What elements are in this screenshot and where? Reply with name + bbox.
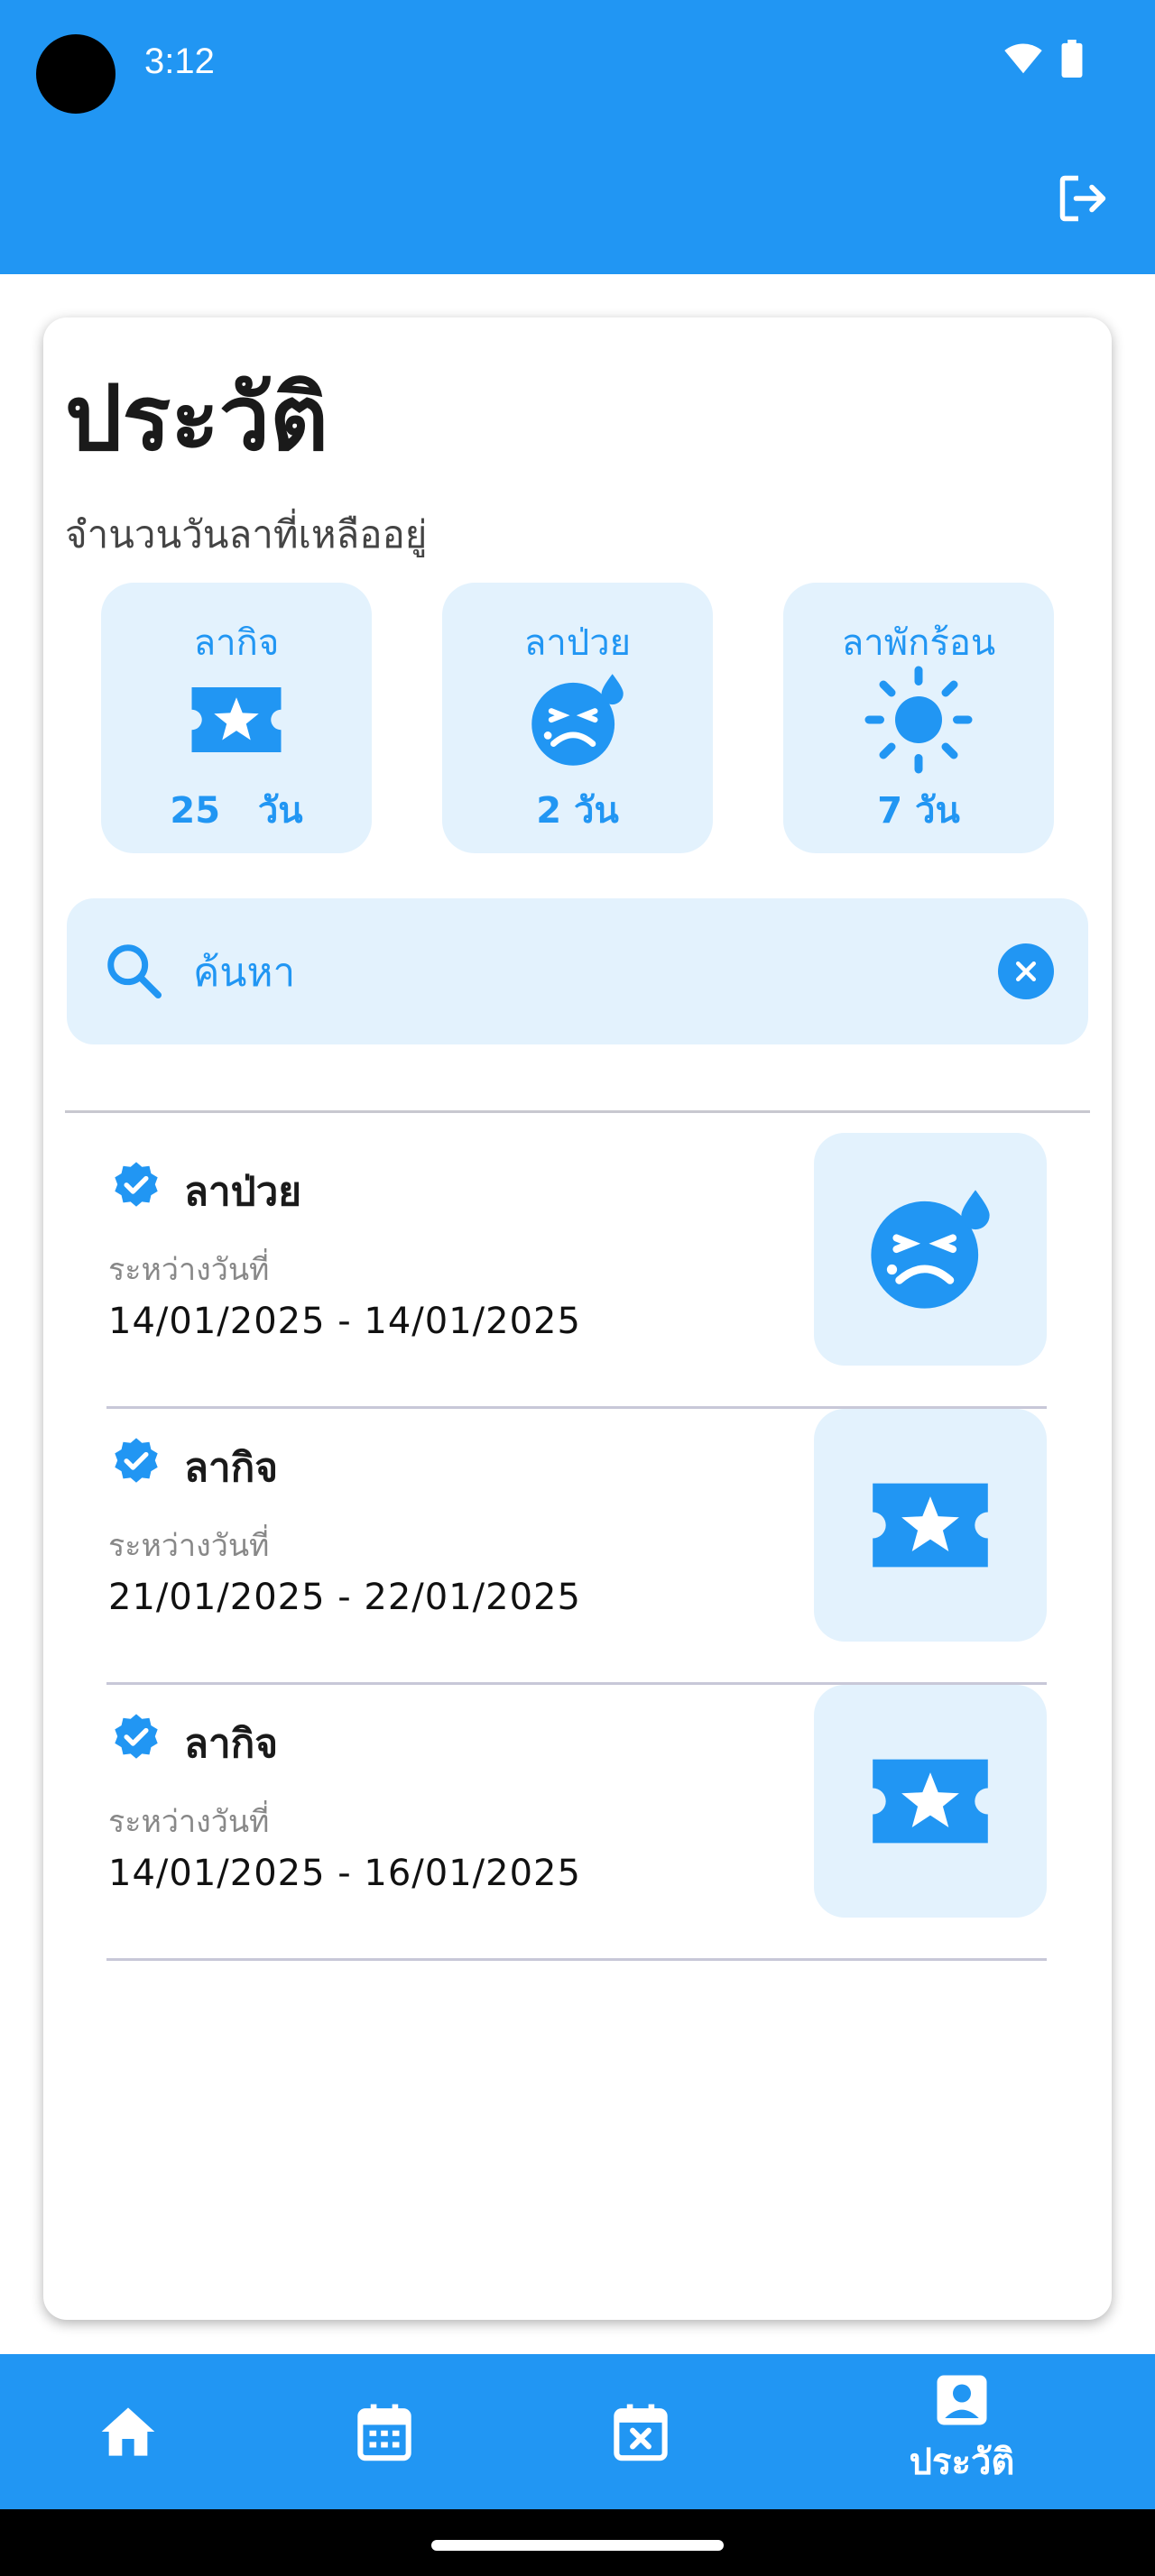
between-label: ระหว่างวันที่ (108, 1252, 270, 1288)
stat-label: ลาพักร้อน (841, 622, 996, 664)
stat-value: 25 วัน (170, 790, 303, 832)
account-box-icon (937, 2375, 987, 2425)
stat-value: 2 วัน (536, 790, 619, 832)
nav-history-label: ประวัติ (909, 2442, 1015, 2483)
nav-leave-cancel[interactable] (578, 2354, 704, 2509)
between-label: ระหว่างวันที่ (108, 1804, 270, 1840)
leave-dates: 14/01/2025 - 16/01/2025 (108, 1853, 581, 1894)
stat-sick-leave: ลาป่วย 2 วัน (442, 583, 713, 853)
search-bar (67, 898, 1088, 1044)
leave-dates: 14/01/2025 - 14/01/2025 (108, 1301, 581, 1342)
leave-type: ลากิจ (184, 1445, 279, 1491)
verified-icon (115, 1714, 158, 1759)
stat-label: ลาป่วย (523, 622, 632, 664)
stat-personal-leave: ลากิจ 25 วัน (101, 583, 372, 853)
nav-home[interactable] (65, 2354, 191, 2509)
leave-type: ลาป่วย (184, 1169, 302, 1215)
search-input[interactable] (193, 934, 969, 1010)
leave-type-thumbnail (814, 1685, 1047, 1918)
leave-type: ลากิจ (184, 1721, 279, 1767)
clear-search-button[interactable] (998, 943, 1054, 999)
logout-icon (1059, 175, 1106, 222)
nav-history[interactable]: ประวัติ (872, 2354, 1052, 2509)
stat-label: ลากิจ (193, 622, 280, 664)
home-gesture-pill[interactable] (431, 2540, 724, 2551)
leave-type-thumbnail (814, 1133, 1047, 1366)
stat-value: 7 วัน (877, 790, 960, 832)
verified-icon (115, 1162, 158, 1207)
app-bar: 3:12 (0, 0, 1155, 274)
ticket-star-icon (873, 1483, 988, 1568)
ticket-star-icon (873, 1759, 988, 1844)
bottom-navigation: ประวัติ (0, 2354, 1155, 2509)
remaining-days-subtitle: จำนวนวันลาที่เหลืออยู่ (65, 512, 428, 557)
sick-face-icon (871, 1190, 990, 1309)
history-item[interactable]: ลากิจ ระหว่างวันที่ 14/01/2025 - 16/01/2… (106, 1685, 1047, 1961)
search-icon[interactable] (103, 940, 166, 1003)
logout-button[interactable] (1050, 166, 1115, 231)
leave-type-thumbnail (814, 1409, 1047, 1642)
home-icon (101, 2407, 155, 2456)
stat-vacation-leave: ลาพักร้อน 7 วัน (783, 583, 1054, 853)
between-label: ระหว่างวันที่ (108, 1528, 270, 1564)
ticket-star-icon (182, 666, 291, 774)
close-icon (1016, 961, 1036, 981)
nav-calendar[interactable] (321, 2354, 448, 2509)
sick-face-icon (523, 666, 632, 774)
status-time: 3:12 (144, 41, 215, 81)
system-navigation-bar (0, 2509, 1155, 2576)
verified-icon (115, 1438, 158, 1483)
wifi-icon (1004, 43, 1042, 74)
battery-icon (1061, 40, 1083, 78)
calendar-x-icon (614, 2404, 668, 2461)
page-title: ประวัติ (65, 365, 328, 471)
history-item[interactable]: ลาป่วย ระหว่างวันที่ 14/01/2025 - 14/01/… (106, 1133, 1047, 1409)
divider (65, 1110, 1090, 1113)
calendar-icon (357, 2404, 411, 2461)
leave-dates: 21/01/2025 - 22/01/2025 (108, 1577, 581, 1618)
camera-cutout (36, 34, 116, 114)
history-item[interactable]: ลากิจ ระหว่างวันที่ 21/01/2025 - 22/01/2… (106, 1409, 1047, 1685)
status-icons (1003, 40, 1083, 78)
sun-icon (864, 666, 973, 774)
row-divider (106, 1958, 1047, 1961)
